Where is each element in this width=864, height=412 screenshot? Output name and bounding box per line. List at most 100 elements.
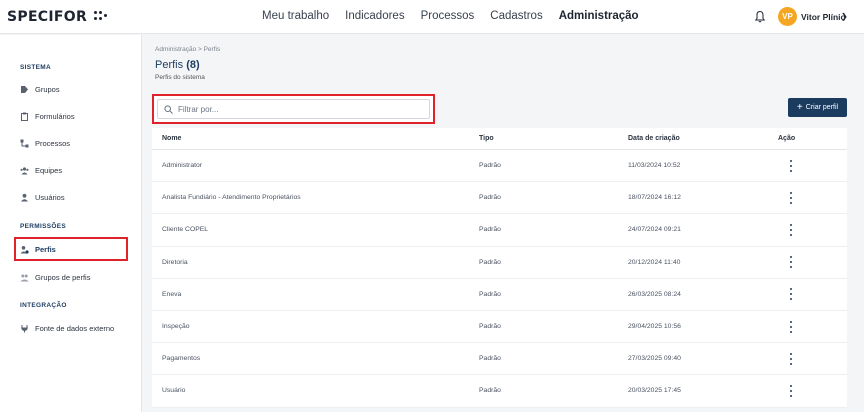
- plus-icon: +: [796, 101, 803, 113]
- col-header-data[interactable]: Data de criação: [628, 135, 680, 142]
- cell-data: 27/03/2025 09:40: [628, 355, 681, 363]
- sidebar-item-usuarios[interactable]: Usuários: [20, 188, 65, 206]
- sidebar-item-label: Processos: [35, 138, 71, 148]
- cell-nome: Inspeção: [162, 323, 190, 331]
- table-row[interactable]: Eneva Padrão 26/03/2025 08:24: [152, 279, 847, 311]
- table-row[interactable]: Inspeção Padrão 29/04/2025 10:56: [152, 311, 847, 344]
- breadcrumb[interactable]: Administração > Perfis: [155, 46, 220, 53]
- cell-nome: Diretoria: [162, 258, 188, 266]
- col-header-acao: Ação: [778, 135, 796, 142]
- cell-tipo: Padrão: [479, 226, 501, 234]
- nav-cadastros[interactable]: Cadastros: [490, 10, 542, 22]
- cell-data: 20/03/2025 17:45: [628, 387, 681, 395]
- page-title-text: Perfis: [155, 59, 184, 71]
- cell-data: 24/07/2024 09:21: [628, 226, 681, 234]
- more-options-icon[interactable]: [788, 223, 794, 236]
- more-options-icon[interactable]: [788, 384, 794, 397]
- page-subtitle: Perfis do sistema: [155, 74, 205, 81]
- top-bar: SPECIFOR Meu trabalho Indicadores Proces…: [0, 0, 864, 34]
- create-profile-label: Criar perfil: [805, 104, 839, 111]
- more-options-icon[interactable]: [788, 256, 794, 269]
- nav-processos[interactable]: Processos: [421, 10, 475, 22]
- more-options-icon[interactable]: [788, 352, 794, 365]
- sidebar-item-grupos[interactable]: Grupos: [20, 80, 60, 98]
- team-icon: [20, 166, 29, 174]
- profile-count: (8): [186, 59, 200, 71]
- cell-tipo: Padrão: [479, 290, 501, 298]
- clipboard-icon: [21, 112, 28, 121]
- cell-nome: Pagamentos: [162, 355, 201, 363]
- nav-meu-trabalho[interactable]: Meu trabalho: [262, 10, 329, 22]
- table-row[interactable]: Administrator Padrão 11/03/2024 10:52: [152, 150, 847, 183]
- logo[interactable]: SPECIFOR: [7, 9, 108, 25]
- user-icon: [21, 193, 28, 201]
- cell-data: 26/03/2025 08:24: [628, 290, 681, 298]
- more-options-icon[interactable]: [788, 191, 794, 204]
- page-title: Perfis (8): [155, 59, 200, 71]
- search-icon: [164, 104, 173, 114]
- profiles-table: Nome Tipo Data de criação Ação Administr…: [152, 128, 847, 408]
- sidebar-item-fonte-de-dados[interactable]: Fonte de dados externo: [20, 319, 114, 337]
- section-sistema: SISTEMA: [20, 64, 51, 71]
- cell-nome: Cliente COPEL: [162, 226, 209, 234]
- sidebar-item-grupos-de-perfis[interactable]: Grupos de perfis: [20, 268, 90, 286]
- cell-data: 18/07/2024 16:12: [628, 194, 681, 202]
- cell-nome: Analista Fundiário - Atendimento Proprie…: [162, 194, 301, 202]
- sidebar-item-label: Fonte de dados externo: [35, 323, 115, 333]
- search-input[interactable]: [178, 104, 398, 114]
- table-row[interactable]: Pagamentos Padrão 27/03/2025 09:40: [152, 343, 847, 376]
- tag-icon: [21, 85, 28, 93]
- nav-indicadores[interactable]: Indicadores: [345, 10, 404, 22]
- sidebar-item-label: Usuários: [35, 192, 65, 202]
- sidebar-item-label: Formulários: [35, 111, 75, 121]
- logo-text: SPECIFOR: [7, 9, 88, 25]
- sidebar-item-perfis[interactable]: Perfis: [14, 237, 128, 261]
- profile-icon: [20, 245, 29, 254]
- cell-data: 29/04/2025 10:56: [628, 323, 681, 331]
- table-row[interactable]: Cliente COPEL Padrão 24/07/2024 09:21: [152, 214, 847, 247]
- table-row[interactable]: Analista Fundiário - Atendimento Proprie…: [152, 182, 847, 215]
- avatar[interactable]: VP: [778, 7, 797, 26]
- cell-nome: Administrator: [162, 162, 203, 170]
- section-integracao: INTEGRAÇÃO: [20, 302, 67, 309]
- section-permissoes: PERMISSÕES: [20, 223, 66, 230]
- cell-tipo: Padrão: [479, 387, 501, 395]
- more-options-icon[interactable]: [788, 320, 794, 333]
- plug-icon: [21, 324, 28, 332]
- table-row[interactable]: Diretoria Padrão 20/12/2024 11:40: [152, 247, 847, 279]
- col-header-nome[interactable]: Nome: [162, 135, 181, 142]
- more-options-icon[interactable]: [788, 159, 794, 172]
- cell-tipo: Padrão: [479, 355, 501, 363]
- cell-nome: Usuário: [162, 387, 186, 395]
- cell-data: 20/12/2024 11:40: [628, 258, 681, 266]
- main-nav: Meu trabalho Indicadores Processos Cadas…: [262, 10, 655, 22]
- profile-group-icon: [20, 274, 29, 281]
- sidebar-item-label: Equipes: [35, 165, 63, 175]
- logo-dots-icon: [94, 11, 108, 21]
- cell-data: 11/03/2024 10:52: [628, 162, 681, 170]
- cell-tipo: Padrão: [479, 323, 501, 331]
- sidebar-item-label: Grupos de perfis: [35, 272, 91, 282]
- cell-nome: Eneva: [162, 290, 182, 298]
- search-field[interactable]: [157, 99, 430, 119]
- cell-tipo: Padrão: [479, 258, 501, 266]
- user-name[interactable]: Vitor Plínio: [801, 12, 846, 22]
- sidebar-item-equipes[interactable]: Equipes: [20, 161, 62, 179]
- sidebar-item-formularios[interactable]: Formulários: [20, 107, 75, 125]
- cell-tipo: Padrão: [479, 194, 501, 202]
- chevron-down-icon[interactable]: ❯: [841, 12, 848, 21]
- bell-icon[interactable]: [754, 10, 766, 24]
- more-options-icon[interactable]: [788, 288, 794, 301]
- search-highlight-box: [152, 94, 435, 124]
- sidebar-item-processos[interactable]: Processos: [20, 134, 70, 152]
- nav-administracao[interactable]: Administração: [559, 10, 639, 22]
- sidebar: SISTEMA Grupos Formulários Processos Equ…: [0, 35, 142, 412]
- cell-tipo: Padrão: [479, 162, 501, 170]
- table-row[interactable]: Usuário Padrão 20/03/2025 17:45: [152, 375, 847, 408]
- sidebar-item-label: Perfis: [35, 244, 56, 254]
- col-header-tipo[interactable]: Tipo: [479, 135, 494, 142]
- sidebar-item-label: Grupos: [35, 84, 60, 94]
- flow-icon: [20, 139, 29, 147]
- create-profile-button[interactable]: + Criar perfil: [788, 98, 847, 117]
- table-header: Nome Tipo Data de criação Ação: [152, 128, 847, 150]
